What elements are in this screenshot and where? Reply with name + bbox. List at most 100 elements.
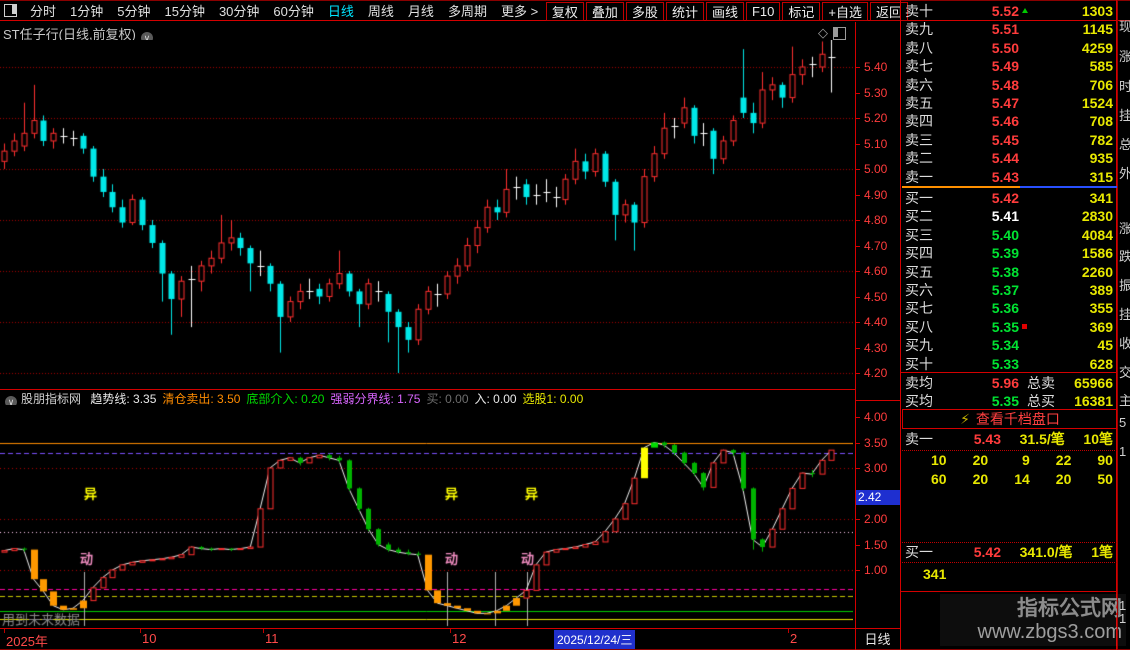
menu-item-分时[interactable]: 分时 xyxy=(30,1,56,20)
menu-item-日线[interactable]: 日线 xyxy=(328,1,354,20)
total-label: 总卖 xyxy=(1027,374,1055,391)
main-axis-label: 4.80 xyxy=(864,213,888,227)
diamond-icon[interactable]: ◇ xyxy=(818,25,828,41)
toolbar-button-叠加[interactable]: 叠加 xyxy=(585,2,624,21)
sell-level-row[interactable]: 卖九 5.51 1145 xyxy=(905,20,1113,38)
sell-level-row[interactable]: 卖四 5.46 708 xyxy=(905,112,1113,130)
buy-level-row[interactable]: 买四 5.39 1586 xyxy=(905,244,1113,262)
level-volume: 355 xyxy=(1089,300,1113,317)
period-indicator[interactable]: 日线 xyxy=(856,630,899,649)
buy-level-row[interactable]: 买五 5.38 2260 xyxy=(905,263,1113,281)
menu-item-30分钟[interactable]: 30分钟 xyxy=(219,1,259,20)
sell-level-row[interactable]: 卖五 5.47 1524 xyxy=(905,94,1113,112)
level-volume: 2260 xyxy=(1081,263,1113,280)
clipped-char: 1 xyxy=(1119,444,1127,459)
panel-divider xyxy=(901,591,1117,592)
sell-level-row[interactable]: 卖六 5.48 706 xyxy=(905,76,1113,94)
sell-level-row[interactable]: 卖十 5.52 1303 xyxy=(905,2,1113,20)
menu-item-60分钟[interactable]: 60分钟 xyxy=(273,1,313,20)
menu-item-更多 >[interactable]: 更多 > xyxy=(501,1,538,20)
level-price: 5.33 xyxy=(991,355,1019,372)
menu-item-多周期[interactable]: 多周期 xyxy=(448,1,487,20)
buy-level-row[interactable]: 买十 5.33 628 xyxy=(905,355,1113,373)
thousand-level-button[interactable]: ⚡ 查看千档盘口 xyxy=(902,409,1118,429)
sell-level-row[interactable]: 卖二 5.44 935 xyxy=(905,149,1113,167)
level-label: 买十 xyxy=(905,355,933,372)
main-axis-label: 5.00 xyxy=(864,162,888,176)
axis-tick xyxy=(856,246,860,247)
toolbar-button-F10[interactable]: F10 xyxy=(745,2,781,21)
sell-queue-row: 60 20 14 20 50 xyxy=(905,471,1113,487)
indicator-chart[interactable] xyxy=(0,404,853,628)
indicator-axis-label: 4.00 xyxy=(864,410,888,424)
clipped-char: 主 xyxy=(1119,390,1130,409)
axis-tick xyxy=(856,443,860,444)
avg-price: 5.96 xyxy=(991,374,1019,391)
indicator-header: ∨ 股朋指标网 趋势线: 3.35 清仓卖出: 3.50 底部介入: 0.20 强弱分界… xyxy=(0,390,852,405)
level-volume: 4259 xyxy=(1081,39,1113,56)
clipped-char: 收 xyxy=(1119,333,1130,352)
toolbar-button-统计[interactable]: 统计 xyxy=(665,2,704,21)
avg-label: 卖均 xyxy=(905,374,933,391)
queue-lot: 50 xyxy=(1097,471,1113,487)
queue-lot: 9 xyxy=(1021,452,1030,468)
sell-level-row[interactable]: 卖一 5.43 315 xyxy=(905,168,1113,186)
sell-level-row[interactable]: 卖七 5.49 585 xyxy=(905,57,1113,75)
date-tick xyxy=(788,629,789,633)
buy-level-row[interactable]: 买二 5.41 2830 xyxy=(905,207,1113,225)
split-window-icon[interactable] xyxy=(4,4,17,17)
buy-level-row[interactable]: 买三 5.40 4084 xyxy=(905,226,1113,244)
indicator-param-底部介入: 底部介入: 0.20 xyxy=(246,392,325,405)
level-price: 5.36 xyxy=(991,300,1019,317)
sell-level-row[interactable]: 卖八 5.50 4259 xyxy=(905,39,1113,57)
indicator-axis-label: 3.00 xyxy=(864,461,888,475)
total-volume: 65966 xyxy=(1074,374,1113,391)
level-volume: 389 xyxy=(1089,282,1113,298)
toolbar-button-画线[interactable]: 画线 xyxy=(705,2,744,21)
sell-level-row[interactable]: 卖三 5.45 782 xyxy=(905,131,1113,149)
level-price: 5.39 xyxy=(991,245,1019,262)
chevron-down-icon[interactable]: ∨ xyxy=(5,396,17,405)
indicator-axis-label: 3.50 xyxy=(864,436,888,450)
main-axis-label: 4.20 xyxy=(864,366,888,380)
lv1-per-order: 341.0/笔 xyxy=(1019,544,1073,560)
restore-window-icon[interactable] xyxy=(833,26,846,40)
axis-tick xyxy=(856,67,860,68)
menu-item-月线[interactable]: 月线 xyxy=(408,1,434,20)
queue-lot: 22 xyxy=(1055,452,1072,468)
level-volume: 1303 xyxy=(1081,3,1113,19)
main-axis-label: 5.20 xyxy=(864,111,888,125)
toolbar-button-复权[interactable]: 复权 xyxy=(545,2,584,21)
buy-level-row[interactable]: 买一 5.42 341 xyxy=(905,189,1113,207)
level-price: 5.50 xyxy=(991,39,1019,56)
clipped-char: 跌 xyxy=(1119,246,1130,265)
toolbar-button-多股[interactable]: 多股 xyxy=(625,2,664,21)
clipped-char: 挂 xyxy=(1119,304,1130,323)
thousand-level-label: 查看千档盘口 xyxy=(975,411,1060,427)
total-volume: 16381 xyxy=(1074,392,1113,409)
green-up-marker-icon xyxy=(1022,7,1029,15)
level-volume: 369 xyxy=(1089,318,1113,335)
buy-level-row[interactable]: 买六 5.37 389 xyxy=(905,281,1113,299)
level-price: 5.35 xyxy=(991,318,1019,335)
menu-item-周线[interactable]: 周线 xyxy=(368,1,394,20)
level-label: 卖六 xyxy=(905,76,933,93)
total-label: 总买 xyxy=(1027,392,1055,409)
clipped-char: 5 xyxy=(1119,415,1127,430)
lv1-price: 5.42 xyxy=(973,544,1001,560)
main-candlestick-chart[interactable] xyxy=(0,40,853,390)
buy-level-row[interactable]: 买七 5.36 355 xyxy=(905,299,1113,317)
buy-level-row[interactable]: 买八 5.35 369 xyxy=(905,318,1113,336)
menu-item-15分钟[interactable]: 15分钟 xyxy=(164,1,204,20)
level-label: 买三 xyxy=(905,226,933,243)
menu-item-1分钟[interactable]: 1分钟 xyxy=(70,1,103,20)
buy-level-row[interactable]: 买九 5.34 45 xyxy=(905,336,1113,354)
toolbar-button-+自选[interactable]: +自选 xyxy=(822,2,868,21)
clipped-char: 外 xyxy=(1119,163,1130,182)
toolbar-button-标记[interactable]: 标记 xyxy=(782,2,821,21)
level-price: 5.44 xyxy=(991,150,1019,167)
level-label: 卖一 xyxy=(905,168,933,185)
indicator-axis-label: 2.00 xyxy=(864,512,888,526)
axis-tick xyxy=(856,144,860,145)
menu-item-5分钟[interactable]: 5分钟 xyxy=(117,1,150,20)
